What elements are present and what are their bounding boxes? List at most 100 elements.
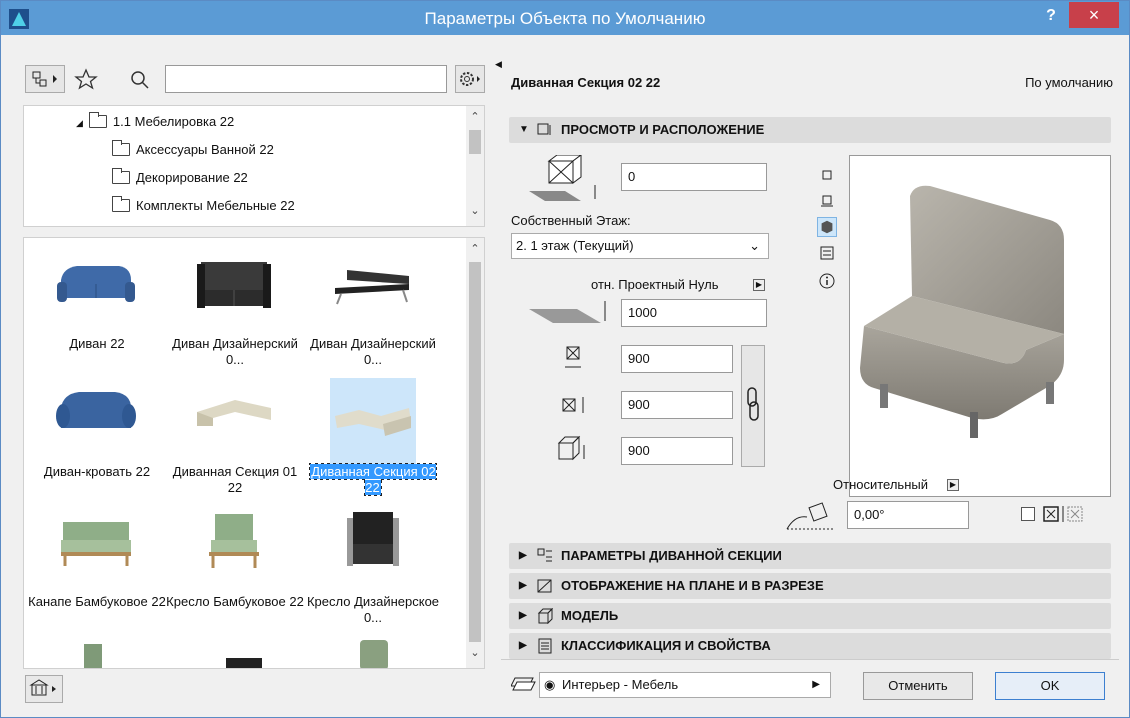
chevron-down-icon: ⌄ — [749, 238, 760, 253]
chevron-right-icon: ▶ — [812, 679, 820, 690]
library-building-icon — [29, 679, 56, 696]
preview-list-icon[interactable] — [817, 243, 837, 263]
tree-item-dekorirovanie[interactable]: Декорирование 22 — [112, 164, 248, 192]
library-item-label: Диван Дизайнерский 0... — [172, 336, 298, 367]
title-bar: Параметры Объекта по Умолчанию ? × — [1, 1, 1129, 35]
eye-icon: ◉ — [544, 677, 556, 692]
tree-item-mebelirovka[interactable]: ◢ 1.1 Мебелировка 22 — [76, 108, 234, 136]
library-item[interactable]: Диван Дизайнерский 0... — [166, 250, 304, 367]
section-plan-section-display[interactable]: ▶ ОТОБРАЖЕНИЕ НА ПЛАНЕ И В РАЗРЕЗЕ — [509, 573, 1111, 599]
section-preview-positioning[interactable]: ▼ ПРОСМОТР И РАСПОЛОЖЕНИЕ — [509, 117, 1111, 143]
reference-label: отн. Проектный Нуль — [591, 277, 719, 292]
library-item-label: Диван Дизайнерский 0... — [310, 336, 436, 367]
collapsed-triangle-icon: ▶ — [519, 610, 527, 621]
rotation-angle-input[interactable]: 0,00° — [847, 501, 969, 529]
tree-view-icon — [32, 71, 57, 87]
reference-popup-arrow-icon[interactable]: ▶ — [753, 279, 765, 291]
proportion-chain-button[interactable] — [741, 345, 765, 467]
partial-thumbnail — [360, 640, 388, 668]
default-label: По умолчанию — [1025, 75, 1113, 90]
library-search-input[interactable] — [165, 65, 447, 93]
folder-icon — [112, 196, 130, 212]
library-item[interactable]: Диванная Секция 01 22 — [166, 378, 304, 495]
sofa-thumbnail-icon — [57, 266, 135, 302]
scroll-down-arrow-icon[interactable]: ⌄ — [466, 204, 484, 217]
preview-positioning-icon — [537, 123, 551, 135]
library-item[interactable]: Канапе Бамбуковое 22 — [28, 508, 166, 618]
mirror-checkbox[interactable] — [1021, 507, 1035, 521]
reference-elevation-input[interactable]: 1000 — [621, 299, 767, 327]
ok-button[interactable]: OK — [995, 672, 1105, 700]
relative-label: Относительный — [833, 477, 928, 492]
section-classification[interactable]: ▶ КЛАССИФИКАЦИЯ И СВОЙСТВА — [509, 633, 1111, 659]
info-icon[interactable] — [817, 271, 837, 291]
partial-thumbnail — [84, 644, 102, 668]
mirror-toggle-icons[interactable] — [1043, 505, 1087, 523]
cancel-button[interactable]: Отменить — [863, 672, 973, 700]
model-cube-icon — [537, 608, 553, 624]
close-button[interactable]: × — [1069, 2, 1119, 28]
height-dimension-icon — [557, 435, 585, 461]
scroll-up-arrow-icon[interactable]: ⌃ — [466, 242, 484, 255]
section-sofa-parameters[interactable]: ▶ ПАРАМЕТРЫ ДИВАННОЙ СЕКЦИИ — [509, 543, 1111, 569]
partial-thumbnail — [226, 658, 262, 668]
layer-dropdown[interactable]: ◉ Интерьер - Мебель ▶ — [539, 672, 831, 698]
library-item[interactable]: Диван Дизайнерский 0... — [304, 250, 442, 367]
preview-section-icon[interactable] — [817, 191, 837, 211]
depth-input[interactable]: 900 — [621, 391, 733, 419]
tree-item-komplekty[interactable]: Комплекты Мебельные 22 — [112, 192, 295, 220]
relative-popup-arrow-icon[interactable]: ▶ — [947, 479, 959, 491]
collapsed-triangle-icon: ▶ — [519, 640, 527, 651]
preview-2d-icon[interactable] — [817, 165, 837, 185]
folder-view-button[interactable] — [25, 65, 65, 93]
library-item-label: Диванная Секция 02 22 — [309, 463, 437, 496]
library-item-label: Диван 22 — [69, 336, 125, 351]
folder-icon — [112, 168, 130, 184]
sofa-section-thumbnail-icon — [335, 408, 411, 436]
library-item[interactable]: Кресло Бамбуковое 22 — [166, 508, 304, 618]
classification-icon — [538, 638, 552, 654]
scroll-up-arrow-icon[interactable]: ⌃ — [466, 110, 484, 123]
gear-icon — [460, 72, 480, 86]
preview-3d-icon[interactable] — [817, 217, 837, 237]
object-settings-panel: Диванная Секция 02 22 По умолчанию ▼ ПРО… — [501, 45, 1119, 709]
tree-item-aksessuary[interactable]: Аксессуары Ванной 22 — [112, 136, 274, 164]
elevation-input[interactable]: 0 — [621, 163, 767, 191]
tree-scrollbar[interactable]: ⌃ ⌄ — [466, 106, 484, 226]
plan-display-icon — [537, 579, 552, 593]
library-manager-button[interactable] — [25, 675, 63, 703]
library-item-label: Кресло Бамбуковое 22 — [166, 594, 304, 609]
library-item[interactable]: Диван 22 — [28, 250, 166, 360]
sofa-section-3d-render — [860, 185, 1064, 438]
armchair-thumbnail-icon — [347, 512, 399, 566]
window-title: Параметры Объекта по Умолчанию — [424, 9, 706, 28]
library-settings-button[interactable] — [455, 65, 485, 93]
scroll-thumb[interactable] — [469, 262, 481, 642]
library-item[interactable]: Диван-кровать 22 — [28, 378, 166, 488]
search-icon[interactable] — [127, 65, 153, 93]
scroll-down-arrow-icon[interactable]: ⌄ — [466, 646, 484, 659]
dialog-footer: ◉ Интерьер - Мебель ▶ Отменить OK — [501, 659, 1119, 709]
folder-icon — [88, 112, 107, 128]
canape-thumbnail-icon — [61, 522, 131, 566]
armchair-thumbnail-icon — [209, 514, 259, 568]
library-item-selected[interactable]: Диванная Секция 02 22 — [304, 378, 442, 496]
favorites-star-icon[interactable] — [73, 65, 99, 93]
expand-triangle-icon[interactable]: ◢ — [76, 118, 83, 128]
home-story-label: Собственный Этаж: — [511, 213, 631, 228]
width-input[interactable]: 900 — [621, 345, 733, 373]
folder-icon — [112, 140, 130, 156]
height-input[interactable]: 900 — [621, 437, 733, 465]
help-button[interactable]: ? — [1041, 7, 1061, 27]
rotation-angle-icon — [786, 502, 833, 530]
elevation-to-story-icon — [529, 155, 596, 201]
section-model[interactable]: ▶ МОДЕЛЬ — [509, 603, 1111, 629]
library-panel: ◢ 1.1 Мебелировка 22 Аксессуары Ванной 22… — [15, 45, 487, 705]
library-item-label: Диван-кровать 22 — [43, 464, 151, 479]
library-item[interactable]: Кресло Дизайнерское 0... — [304, 508, 442, 625]
scroll-thumb[interactable] — [469, 130, 481, 154]
gallery-scrollbar[interactable]: ⌃ ⌄ — [466, 238, 484, 668]
chain-link-icon — [747, 387, 759, 421]
home-story-dropdown[interactable]: 2. 1 этаж (Текущий) ⌄ — [511, 233, 769, 259]
library-item-label: Диванная Секция 01 22 — [172, 464, 298, 495]
